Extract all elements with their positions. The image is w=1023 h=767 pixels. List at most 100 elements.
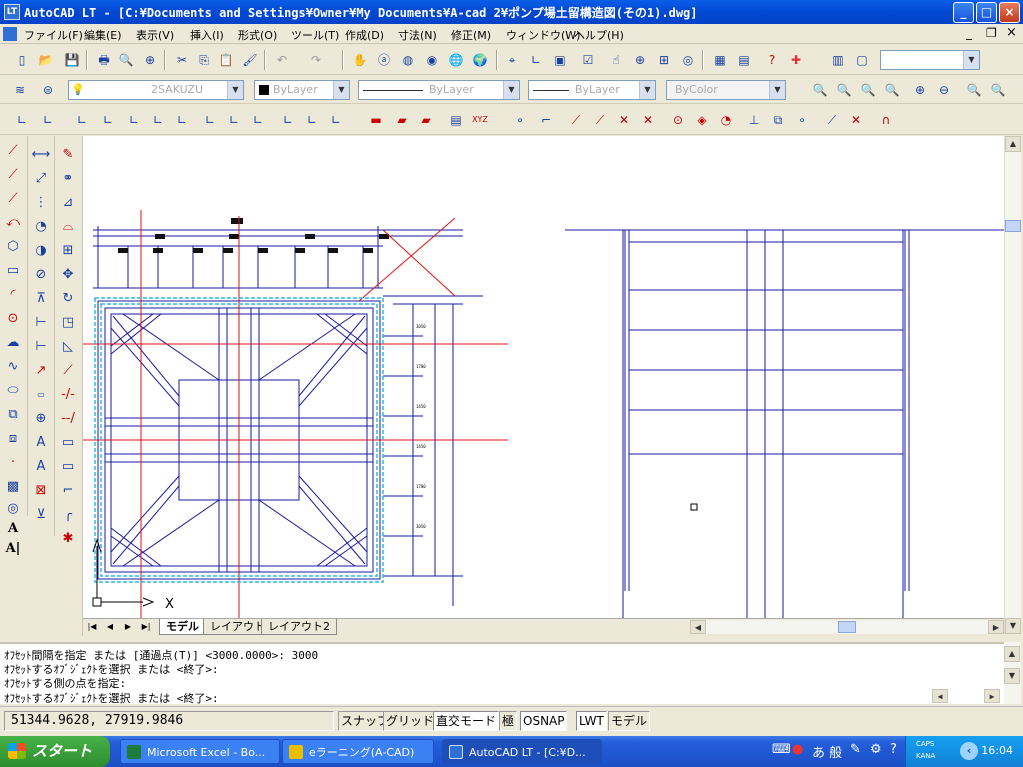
snap-cross2-icon[interactable]: ✕ — [638, 110, 658, 130]
ime-help-icon[interactable]: ? — [890, 742, 897, 762]
linear-dim-icon[interactable]: ▬ — [366, 110, 386, 130]
dim-aligned-icon[interactable]: ⤢ — [29, 168, 53, 190]
snap-apparent-icon[interactable]: ⟋ — [590, 110, 610, 130]
keyboard-icon[interactable]: ⌨ — [772, 742, 791, 762]
coordinate-display[interactable]: 51344.9628, 27919.9846 — [4, 711, 334, 731]
offset-icon[interactable]: ⌓ — [56, 216, 80, 238]
dim-angular-icon[interactable]: ⊘ — [29, 264, 53, 286]
mtext-icon[interactable]: A — [1, 518, 25, 540]
ime-mode[interactable]: あ 般 — [812, 742, 842, 762]
plotstyle-dropdown[interactable]: ByColor ▼ — [666, 80, 786, 100]
arc-dim-icon[interactable]: ▰ — [416, 110, 436, 130]
snap-cross-icon[interactable]: ✕ — [614, 110, 634, 130]
task-excel[interactable]: Microsoft Excel - Bo... — [120, 739, 280, 764]
pan-icon[interactable]: ☝ — [606, 50, 626, 70]
menu-edit[interactable]: 編集(E) — [84, 27, 122, 43]
menu-insert[interactable]: 挿入(I) — [190, 27, 224, 43]
erase-icon[interactable]: ✎ — [56, 144, 80, 166]
zoom-extents-icon[interactable]: 🔍 — [988, 80, 1008, 100]
task-autocad[interactable]: AutoCAD LT - [C:¥D... — [442, 739, 602, 764]
model-toggle[interactable]: モデル — [608, 711, 651, 731]
vertical-scrollbar[interactable]: ▲ ▼ — [1004, 136, 1021, 634]
undo-draw-icon[interactable]: ⤺ — [1, 212, 25, 234]
named-views-dropdown[interactable]: ▼ — [880, 50, 980, 70]
ortho-toggle[interactable]: 直交モード — [433, 711, 500, 731]
start-button[interactable]: スタート — [0, 736, 110, 767]
scroll-left-icon[interactable]: ◀ — [690, 620, 706, 634]
help-icon[interactable]: ? — [762, 50, 782, 70]
revcloud-icon[interactable]: ☁ — [1, 332, 25, 354]
paste-icon[interactable]: 📋 — [216, 50, 236, 70]
tolerance-icon[interactable]: ▭ — [29, 384, 53, 406]
zoom-window-icon[interactable]: ⊞ — [654, 50, 674, 70]
dim-radius-icon[interactable]: ◔ — [29, 216, 53, 238]
hscroll-thumb[interactable] — [838, 621, 856, 633]
cut-icon[interactable]: ✂ — [172, 50, 192, 70]
arc-icon[interactable]: ◜ — [1, 284, 25, 306]
qleader-icon[interactable]: ↗ — [29, 360, 53, 382]
menu-tools[interactable]: ツール(T) — [291, 27, 339, 43]
table-icon[interactable]: ▤ — [734, 50, 754, 70]
dim-edit-icon[interactable]: A — [29, 432, 53, 454]
extend-icon[interactable]: --/ — [56, 408, 80, 430]
lwt-toggle[interactable]: LWT — [576, 711, 607, 731]
snap-insert-icon[interactable]: ⧉ — [768, 110, 788, 130]
rectangle-icon[interactable]: ▭ — [1, 260, 25, 282]
snap-perpendicular-icon[interactable]: ⊥ — [744, 110, 764, 130]
menu-file[interactable]: ファイル(F) — [24, 27, 83, 43]
grid-toggle[interactable]: グリッド — [383, 711, 438, 731]
calculator-icon[interactable]: ▦ — [710, 50, 730, 70]
tab-model[interactable]: モデル — [159, 619, 206, 635]
insert-block-icon[interactable]: ⧉ — [1, 404, 25, 426]
dim-diameter-icon[interactable]: ◑ — [29, 240, 53, 262]
ucs-world-icon[interactable]: ∟ — [12, 110, 32, 130]
tray-expand-icon[interactable]: ‹ — [960, 742, 978, 760]
ime-pad-icon[interactable]: ✎ — [850, 742, 861, 762]
circle-icon[interactable]: ⊙ — [1, 308, 25, 330]
design-center-icon[interactable]: ◍ — [398, 50, 418, 70]
mirror-icon[interactable]: ⊿ — [56, 192, 80, 214]
dim-update-icon[interactable]: ⊠ — [29, 480, 53, 502]
scroll-up-icon[interactable]: ▲ — [1005, 136, 1021, 152]
tab-prev-icon[interactable]: ◀ — [103, 620, 117, 634]
xline-icon[interactable]: ⟋ — [1, 164, 25, 186]
cmd-scroll-down-icon[interactable]: ▼ — [1004, 668, 1020, 684]
layer-manager-icon[interactable]: ≋ — [10, 80, 30, 100]
ucs-rotate-z-icon[interactable]: ∟ — [326, 110, 346, 130]
snap-center-icon[interactable]: ⊙ — [668, 110, 688, 130]
linetype-dropdown[interactable]: ByLayer ▼ — [358, 80, 520, 100]
osnap-toggle[interactable]: OSNAP — [520, 711, 568, 731]
stretch-icon[interactable]: ◺ — [56, 336, 80, 358]
snap-node-icon[interactable]: ∘ — [792, 110, 812, 130]
zoom-realtime-icon[interactable]: ⊕ — [630, 50, 650, 70]
properties-icon[interactable]: ☑ — [578, 50, 598, 70]
cmd-scroll-up-icon[interactable]: ▲ — [1004, 646, 1020, 662]
clock[interactable]: 16:04 — [981, 744, 1013, 757]
cmd-hscroll-right-icon[interactable]: ▶ — [984, 689, 1000, 703]
dim-ordinate-icon[interactable]: ⋮ — [29, 192, 53, 214]
ucs-face-icon[interactable]: ∟ — [98, 110, 118, 130]
lineweight-dropdown[interactable]: ByLayer ▼ — [528, 80, 656, 100]
ucs-icon[interactable]: ∟ — [526, 50, 546, 70]
spline-icon[interactable]: ∿ — [1, 356, 25, 378]
doc-close-button[interactable]: × — [1006, 25, 1017, 40]
zoom-dynamic-icon[interactable]: 🔍 — [834, 80, 854, 100]
publish-icon[interactable]: ⊕ — [140, 50, 160, 70]
ime-icon[interactable]: ● — [792, 742, 803, 762]
aligned-dim-icon[interactable]: ▰ — [392, 110, 412, 130]
break-point-icon[interactable]: ▭ — [56, 432, 80, 454]
osnap-settings-icon[interactable]: ∩ — [876, 110, 896, 130]
match-properties-icon[interactable]: 🖌 — [240, 50, 260, 70]
polygon-icon[interactable]: ⬡ — [1, 236, 25, 258]
hatch-icon[interactable]: ▩ — [1, 476, 25, 498]
task-elearning[interactable]: eラーニング(A-CAD) — [282, 739, 434, 764]
new-features-icon[interactable]: ✚ — [786, 50, 806, 70]
snap-endpoint-icon[interactable]: ∘ — [510, 110, 530, 130]
dim-linear-icon[interactable]: ⟷ — [29, 144, 53, 166]
menu-format[interactable]: 形式(O) — [238, 27, 277, 43]
lengthen-icon[interactable]: ⟋ — [56, 360, 80, 382]
make-current-icon[interactable]: ⊜ — [38, 80, 58, 100]
array-icon[interactable]: ⊞ — [56, 240, 80, 262]
explode-icon[interactable]: ✱ — [56, 528, 80, 550]
save-icon[interactable]: 💾 — [62, 50, 82, 70]
